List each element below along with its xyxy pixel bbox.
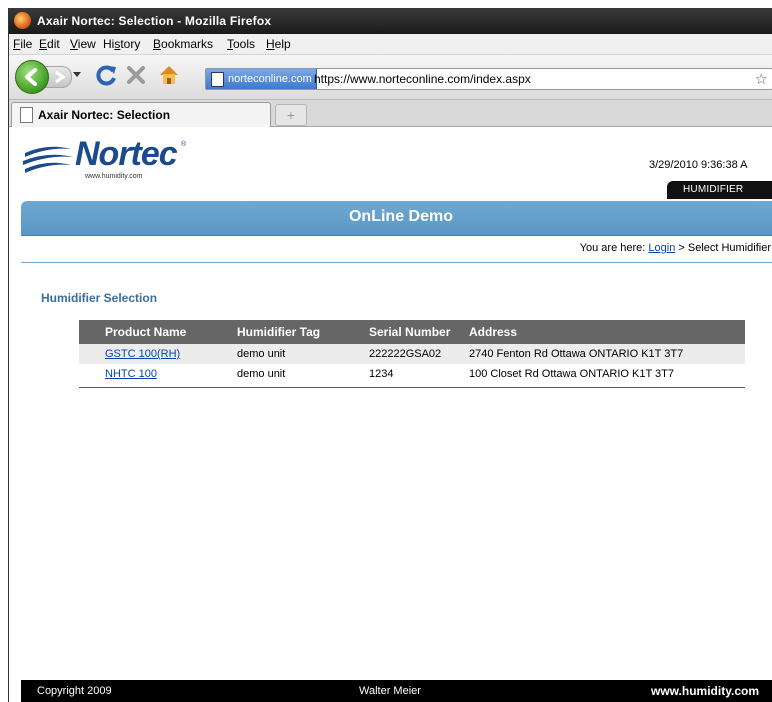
tab-label: Axair Nortec: Selection bbox=[38, 108, 171, 122]
navigation-toolbar: norteconline.com https://www.norteconlin… bbox=[9, 55, 772, 100]
web-page: Nortec ® www.humidity.com 3/29/2010 9:36… bbox=[9, 127, 772, 702]
address-cell: 2740 Fenton Rd Ottawa ONTARIO K1T 3T7 bbox=[469, 344, 745, 364]
address-bar[interactable]: norteconline.com https://www.norteconlin… bbox=[205, 68, 772, 90]
footer-site-link[interactable]: www.humidity.com bbox=[651, 684, 759, 698]
window-title: Axair Nortec: Selection - Mozilla Firefo… bbox=[37, 14, 272, 28]
footer-copyright: Copyright 2009 bbox=[37, 685, 112, 697]
breadcrumb-current: Select Humidifier bbox=[687, 242, 771, 254]
breadcrumb-text: You are here: Login > Select Humidifier bbox=[580, 242, 771, 254]
table-header-row: Product Name Humidifier Tag Serial Numbe… bbox=[79, 320, 745, 344]
breadcrumb-separator: > bbox=[675, 242, 688, 254]
logo-registered-mark: ® bbox=[181, 141, 187, 148]
site-identity-button[interactable]: norteconline.com bbox=[206, 69, 317, 89]
title-bar: Axair Nortec: Selection - Mozilla Firefo… bbox=[9, 8, 772, 34]
banner-title: OnLine Demo bbox=[348, 208, 453, 225]
humidifier-table: Product Name Humidifier Tag Serial Numbe… bbox=[79, 320, 745, 388]
page-banner: OnLine Demo bbox=[21, 201, 772, 236]
new-tab-button[interactable]: + bbox=[275, 104, 307, 126]
menu-tools[interactable]: Tools bbox=[227, 37, 255, 51]
stop-icon[interactable] bbox=[125, 64, 147, 86]
logo-site: www.humidity.com bbox=[85, 173, 143, 180]
footer-company: Walter Meier bbox=[359, 685, 421, 697]
address-cell: 100 Closet Rd Ottawa ONTARIO K1T 3T7 bbox=[469, 368, 675, 380]
column-header-address: Address bbox=[469, 320, 745, 344]
menu-view[interactable]: View bbox=[70, 37, 96, 51]
table-row: NHTC 100 demo unit 1234 100 Closet Rd Ot… bbox=[79, 364, 745, 384]
column-header-tag: Humidifier Tag bbox=[237, 320, 369, 344]
forward-arrow-icon bbox=[55, 70, 66, 84]
url-text[interactable]: https://www.norteconline.com/index.aspx bbox=[314, 72, 531, 86]
tab-strip: Axair Nortec: Selection + bbox=[9, 100, 772, 127]
history-dropdown-icon[interactable] bbox=[73, 72, 81, 77]
serial-cell: 222222GSA02 bbox=[369, 344, 469, 364]
logo-wordmark: Nortec bbox=[75, 135, 178, 173]
column-header-product: Product Name bbox=[79, 320, 237, 344]
site-identity-label: norteconline.com bbox=[228, 73, 312, 85]
menu-history[interactable]: History bbox=[103, 37, 140, 51]
menu-bookmarks[interactable]: Bookmarks bbox=[153, 37, 213, 51]
product-link[interactable]: NHTC 100 bbox=[105, 368, 157, 380]
menu-edit[interactable]: Edit bbox=[39, 37, 60, 51]
table-row: GSTC 100(RH) demo unit 222222GSA02 2740 … bbox=[79, 344, 745, 364]
product-cell: NHTC 100 bbox=[79, 364, 237, 384]
breadcrumb-login-link[interactable]: Login bbox=[648, 242, 675, 254]
tag-cell: demo unit bbox=[237, 368, 286, 380]
product-cell: GSTC 100(RH) bbox=[79, 344, 237, 364]
table-bottom-rule bbox=[79, 384, 745, 388]
tag-cell: demo unit bbox=[237, 344, 369, 364]
serial-cell: 1234 bbox=[369, 368, 394, 380]
browser-window: Axair Nortec: Selection - Mozilla Firefo… bbox=[8, 8, 772, 702]
bookmark-star-icon[interactable]: ☆ bbox=[755, 70, 768, 88]
page-icon bbox=[211, 72, 224, 87]
reload-icon[interactable] bbox=[95, 63, 119, 87]
breadcrumb: You are here: Login > Select Humidifier bbox=[21, 236, 772, 263]
product-link[interactable]: GSTC 100(RH) bbox=[105, 348, 180, 360]
page-footer: Copyright 2009 Walter Meier www.humidity… bbox=[21, 680, 772, 702]
menu-file[interactable]: File bbox=[13, 37, 32, 51]
humidifier-listings-tab[interactable]: HUMIDIFIER LISTINGS bbox=[667, 181, 772, 213]
page-icon bbox=[20, 107, 33, 123]
column-header-serial: Serial Number bbox=[369, 320, 469, 344]
menu-bar: File Edit View History Bookmarks Tools H… bbox=[9, 34, 772, 55]
back-arrow-icon bbox=[25, 68, 37, 86]
menu-help[interactable]: Help bbox=[266, 37, 291, 51]
nortec-swoosh-icon bbox=[23, 146, 73, 173]
breadcrumb-prefix: You are here: bbox=[579, 242, 649, 254]
firefox-icon bbox=[14, 12, 31, 29]
section-title: Humidifier Selection bbox=[41, 291, 158, 305]
current-datetime: 3/29/2010 9:36:38 A bbox=[649, 159, 748, 171]
tab-selection[interactable]: Axair Nortec: Selection bbox=[11, 102, 271, 127]
home-icon[interactable] bbox=[157, 63, 181, 87]
back-button[interactable] bbox=[15, 60, 49, 94]
